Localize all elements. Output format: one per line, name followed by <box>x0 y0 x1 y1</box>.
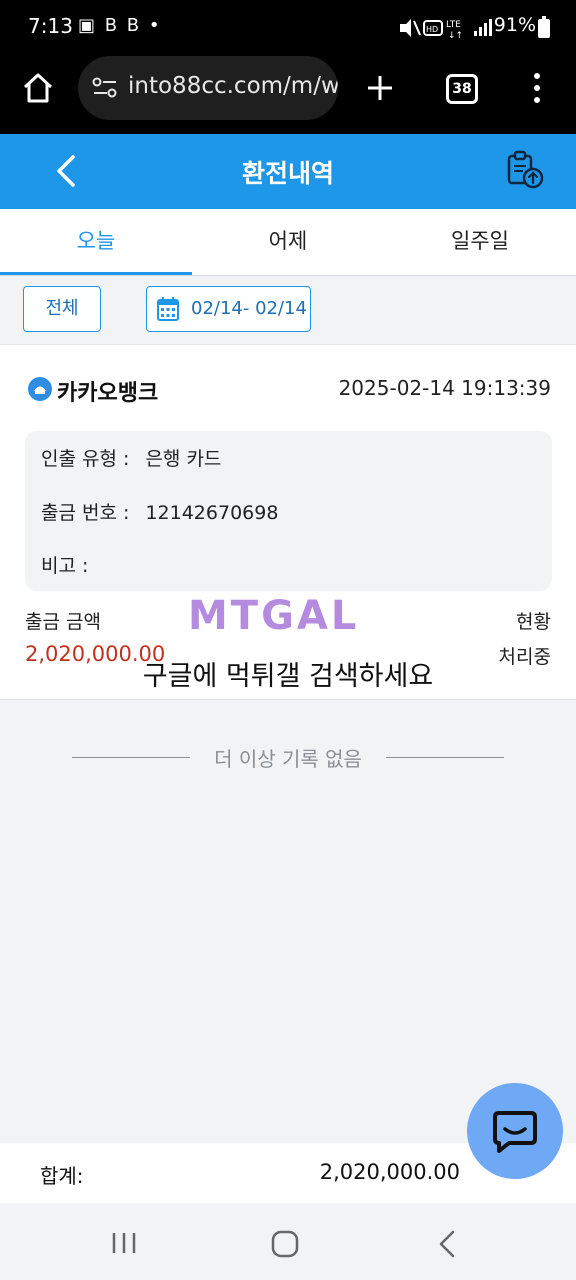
withdraw-number-value: 12142670698 <box>145 502 279 524</box>
calendar-icon <box>157 297 179 321</box>
record-datetime: 2025-02-14 19:13:39 <box>338 376 551 400</box>
url-text: into88cc.com/m/w <box>128 73 338 99</box>
address-bar[interactable]: into88cc.com/m/w <box>78 56 338 120</box>
status-label: 현황 <box>516 611 551 633</box>
recent-apps-icon[interactable] <box>110 1231 138 1255</box>
tab-yesterday[interactable]: 어제 <box>192 209 384 275</box>
withdraw-number-label: 출금 번호 : <box>41 502 130 524</box>
withdraw-number-row: 출금 번호 : 12142670698 <box>41 498 278 525</box>
total-label: 합계: <box>40 1164 84 1188</box>
withdraw-type-row: 인출 유형 : 은행 카드 <box>41 444 221 471</box>
watermark-logo: MTGAL <box>188 593 360 639</box>
note-row: 비고 : <box>41 551 88 578</box>
date-range-text: 02/14- 02/14 <box>191 298 307 319</box>
battery-icon <box>538 16 550 38</box>
system-nav-bar <box>0 1203 576 1280</box>
watermark-text: 구글에 먹튀갤 검색하세요 <box>142 661 434 692</box>
tab-switcher-button[interactable]: 38 <box>446 74 478 104</box>
withdraw-type-label: 인출 유형 : <box>41 448 130 470</box>
svg-text:↓↑: ↓↑ <box>448 31 463 40</box>
active-tab-indicator <box>0 272 192 275</box>
upload-record-icon[interactable] <box>505 150 545 190</box>
withdraw-type-value: 은행 카드 <box>145 448 222 470</box>
home-icon[interactable] <box>22 72 54 104</box>
total-value: 2,020,000.00 <box>319 1160 460 1184</box>
exchange-record-card[interactable]: 카카오뱅크 2025-02-14 19:13:39 인출 유형 : 은행 카드 … <box>0 345 576 700</box>
period-tabs: 오늘 어제 일주일 <box>0 209 576 276</box>
battery-percent: 91% <box>493 14 536 36</box>
amount-label: 출금 금액 <box>25 611 101 633</box>
svg-text:LTE: LTE <box>446 20 461 30</box>
list-end-divider: 더 이상 기록 없음 <box>0 740 576 774</box>
chat-button[interactable] <box>467 1083 563 1179</box>
site-settings-icon[interactable] <box>92 76 118 100</box>
tab-today[interactable]: 오늘 <box>0 209 192 275</box>
record-details: 인출 유형 : 은행 카드 출금 번호 : 12142670698 비고 : <box>25 431 552 591</box>
status-bar: 7:13 ▣ B B • HD LTE ↓↑ 91% <box>0 0 576 56</box>
bank-name: 카카오뱅크 <box>57 381 159 406</box>
browser-toolbar: into88cc.com/m/w 38 <box>0 56 576 134</box>
svg-text:HD: HD <box>426 25 438 34</box>
tab-week[interactable]: 일주일 <box>384 209 576 275</box>
page-title: 환전내역 <box>241 159 334 188</box>
new-tab-icon[interactable] <box>366 74 394 102</box>
back-nav-icon[interactable] <box>437 1229 457 1259</box>
more-menu-icon[interactable] <box>532 72 542 104</box>
home-nav-icon[interactable] <box>271 1230 299 1258</box>
chat-bubble-icon <box>493 1111 537 1153</box>
status-notification-icons: ▣ B B • <box>78 15 162 36</box>
date-range-picker[interactable]: 02/14- 02/14 <box>146 286 311 332</box>
divider-line-right <box>386 757 504 758</box>
status-time: 7:13 <box>28 14 73 38</box>
filter-row: 전체 02/14- 02/14 <box>0 276 576 345</box>
app-header: 환전내역 <box>0 134 576 209</box>
note-label: 비고 : <box>41 555 89 577</box>
kakaobank-logo-icon <box>28 377 52 401</box>
filter-all-button[interactable]: 전체 <box>23 286 101 332</box>
